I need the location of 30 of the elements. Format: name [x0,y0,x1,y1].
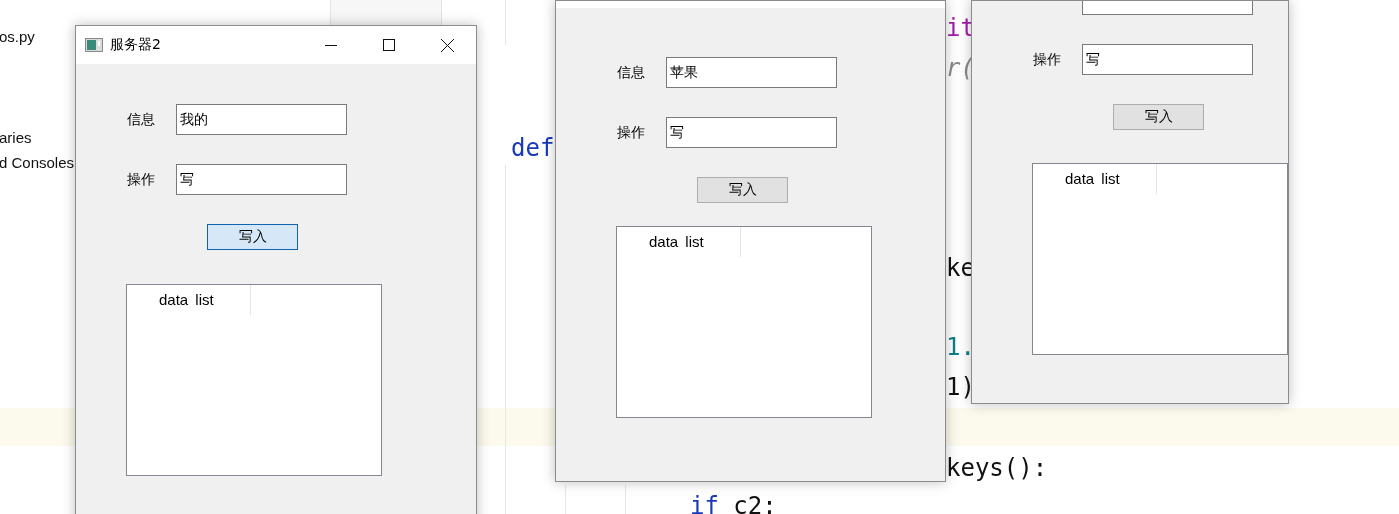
file-tree-item[interactable]: d Consoles [0,154,75,171]
text-field[interactable]: 苹果 [666,57,837,88]
field-label: 操作 [617,123,646,142]
list-box[interactable]: data list [616,226,872,418]
window-title: 服务器2 [110,36,161,54]
code-line: def [511,134,555,162]
column-header[interactable]: data list [617,227,741,257]
field-label: 信息 [617,63,646,82]
code-line: 1) [946,373,975,401]
text-field[interactable]: 写 [1082,44,1253,75]
write-button[interactable]: 写入 [697,177,788,203]
file-tree-item[interactable]: aries [0,129,32,146]
text-field[interactable]: 写 [666,117,837,148]
list-box[interactable]: data list [1032,163,1288,355]
text-field[interactable]: 我的 [176,104,347,135]
code-line: keys(): [946,454,1048,482]
column-header[interactable]: data list [127,285,251,315]
code-line: r( [946,54,975,82]
field-label: 操作 [127,170,156,189]
write-button[interactable]: 写入 [207,224,298,250]
file-tree-item[interactable]: os.py [0,28,35,45]
code-line: it [946,14,975,42]
code-line: 1. [946,333,975,361]
list-box[interactable]: data list [126,284,382,476]
column-header[interactable]: data list [1033,164,1157,194]
field-label: 信息 [127,110,156,129]
field-label: 操作 [1033,50,1062,69]
code-line: if c2: [690,492,777,514]
text-field[interactable]: 写 [176,164,347,195]
write-button[interactable]: 写入 [1113,104,1204,130]
